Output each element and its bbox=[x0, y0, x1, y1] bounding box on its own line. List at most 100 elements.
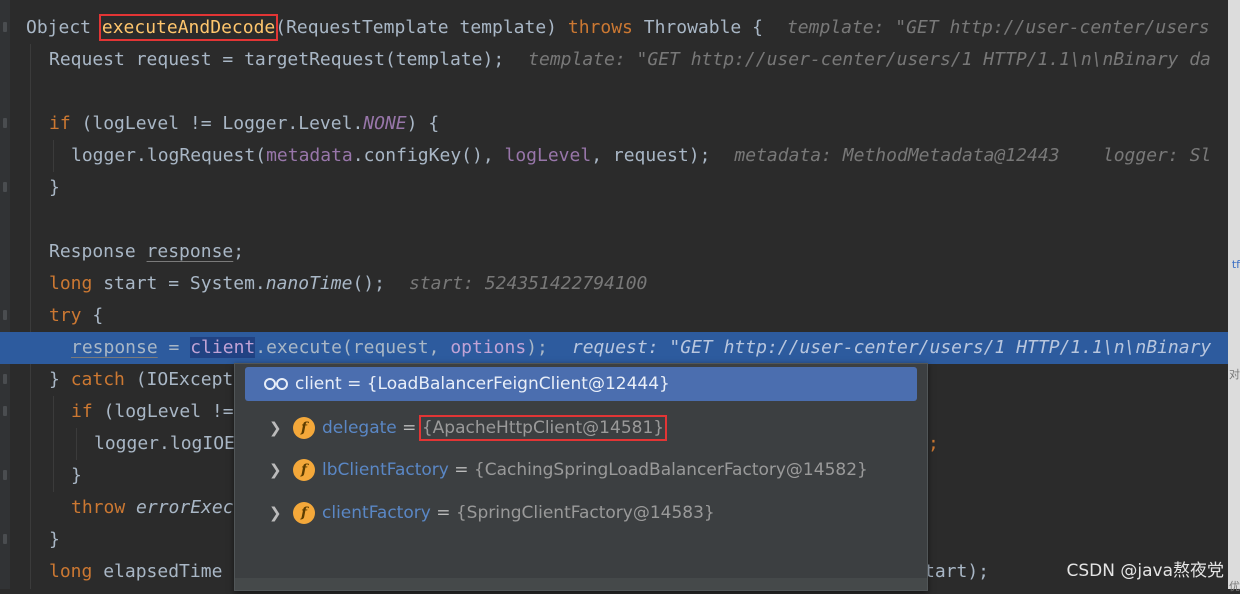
code-text: Request request = targetRequest(template… bbox=[49, 49, 505, 70]
throws-keyword: throws bbox=[567, 17, 633, 38]
variable-response: response bbox=[146, 241, 234, 262]
code-text: .configKey(), bbox=[352, 145, 505, 166]
right-panel-edge: tf 对 优 bbox=[1228, 0, 1240, 593]
field-value: {SpringClientFactory@14583} bbox=[455, 503, 715, 523]
field-icon: f bbox=[293, 459, 315, 481]
field-name: clientFactory bbox=[322, 503, 431, 523]
field-reference: options bbox=[450, 337, 527, 358]
code-text: Response bbox=[49, 241, 147, 262]
field-icon: f bbox=[293, 502, 315, 524]
tree-row-text: delegate = {ApacheHttpClient@14581} bbox=[322, 408, 668, 448]
code-text: } bbox=[49, 369, 71, 390]
code-text: logger.logRequest( bbox=[71, 145, 267, 166]
line-content: logger.logIOE bbox=[94, 428, 235, 460]
selected-client-field[interactable]: client bbox=[190, 337, 256, 358]
tree-row-lbClientFactory[interactable]: ❯ f lbClientFactory = {CachingSpringLoad… bbox=[235, 450, 927, 490]
code-text: ); bbox=[526, 337, 548, 358]
watch-glasses-icon bbox=[264, 378, 288, 390]
code-text: (); bbox=[352, 273, 385, 294]
code-text: logger.logIOE bbox=[94, 433, 235, 454]
field-name: lbClientFactory bbox=[322, 460, 449, 480]
tree-row-text: lbClientFactory = {CachingSpringLoadBala… bbox=[322, 450, 868, 490]
code-text: (IOExcept bbox=[124, 369, 234, 390]
code-text-tail: ; bbox=[928, 433, 939, 454]
long-keyword: long bbox=[49, 561, 93, 582]
enum-constant: NONE bbox=[363, 113, 407, 134]
code-line[interactable]: } bbox=[0, 172, 1228, 204]
inline-debug-value: template: "GET http://user-center/users bbox=[786, 17, 1210, 38]
inline-debug-value: template: "GET http://user-center/users/… bbox=[528, 49, 1211, 70]
code-text: start = System. bbox=[92, 273, 266, 294]
code-text: = bbox=[157, 337, 191, 358]
code-text: elapsedTime bbox=[92, 561, 223, 582]
code-text: , request); bbox=[591, 145, 711, 166]
line-content: long elapsedTime bbox=[49, 556, 222, 588]
line-content: long start = System.nanoTime(); start: 52… bbox=[49, 268, 647, 300]
field-reference: logLevel bbox=[504, 145, 592, 166]
debug-value-popup[interactable]: client = {LoadBalancerFeignClient@12444}… bbox=[234, 363, 928, 591]
strip-text: tf bbox=[1231, 258, 1240, 271]
field-name: delegate bbox=[322, 418, 397, 438]
tree-row-clientFactory[interactable]: ❯ f clientFactory = {SpringClientFactory… bbox=[235, 493, 927, 533]
line-content: } bbox=[71, 465, 82, 486]
watermark-text: CSDN @java熬夜党 bbox=[1066, 561, 1225, 581]
line-content: Object executeAndDecode(RequestTemplate … bbox=[26, 12, 1210, 44]
code-line[interactable]: logger.logRequest(metadata.configKey(), … bbox=[0, 140, 1228, 172]
field-value-highlighted: {ApacheHttpClient@14581} bbox=[418, 415, 668, 441]
throws-type: Throwable { bbox=[632, 17, 763, 38]
static-method: nanoTime bbox=[265, 273, 353, 294]
current-execution-line[interactable]: response = client.execute(request, optio… bbox=[0, 332, 1228, 364]
field-reference: metadata bbox=[266, 145, 353, 166]
strip-text: 优 bbox=[1229, 580, 1240, 593]
field-value: {CachingSpringLoadBalancerFactory@14582} bbox=[473, 460, 868, 480]
long-keyword: long bbox=[49, 273, 93, 294]
line-content: if (logLevel != bbox=[71, 396, 234, 428]
inline-debug-value: metadata: MethodMetadata@12443 logger: S… bbox=[734, 145, 1212, 166]
method-params: (RequestTemplate template) bbox=[275, 17, 568, 38]
field-icon: f bbox=[293, 417, 315, 439]
code-line[interactable]: Object executeAndDecode(RequestTemplate … bbox=[0, 12, 1228, 44]
line-content: Response response; bbox=[49, 236, 244, 268]
line-content: try { bbox=[49, 300, 103, 332]
code-text: (logLevel != bbox=[92, 401, 234, 422]
line-content: if (logLevel != Logger.Level.NONE) { bbox=[49, 108, 439, 140]
equals-sign: = bbox=[448, 460, 474, 480]
line-content: } bbox=[49, 529, 60, 550]
inline-debug-value: request: "GET http://user-center/users/1… bbox=[571, 337, 1212, 358]
tree-row-delegate[interactable]: ❯ f delegate = {ApacheHttpClient@14581} bbox=[235, 408, 927, 448]
variable-response: response bbox=[71, 337, 158, 358]
try-keyword: try bbox=[49, 305, 82, 326]
method-name-executeAndDecode[interactable]: executeAndDecode bbox=[98, 14, 279, 41]
equals-sign: = bbox=[430, 503, 456, 523]
code-text: (logLevel != Logger.Level. bbox=[70, 113, 364, 134]
code-line[interactable]: Request request = targetRequest(template… bbox=[0, 44, 1228, 76]
return-type: Object bbox=[26, 17, 102, 38]
strip-text: 对 bbox=[1229, 368, 1240, 381]
line-content: Request request = targetRequest(template… bbox=[49, 44, 1211, 76]
popup-header-row[interactable]: client = {LoadBalancerFeignClient@12444} bbox=[245, 367, 917, 401]
popup-footer bbox=[235, 578, 927, 590]
code-text: errorExec bbox=[125, 497, 234, 518]
line-content: logger.logRequest(metadata.configKey(), … bbox=[71, 140, 1211, 172]
code-line[interactable]: Response response; bbox=[0, 236, 1228, 268]
expand-arrow-icon[interactable]: ❯ bbox=[269, 493, 282, 533]
code-text: ) { bbox=[406, 113, 440, 134]
if-keyword: if bbox=[71, 401, 93, 422]
code-line[interactable]: long start = System.nanoTime(); start: 52… bbox=[0, 268, 1228, 300]
equals-sign: = bbox=[396, 418, 422, 438]
line-content: throw errorExec bbox=[71, 492, 234, 524]
code-line[interactable]: if (logLevel != Logger.Level.NONE) { bbox=[0, 108, 1228, 140]
if-keyword: if bbox=[49, 113, 71, 134]
catch-keyword: catch bbox=[70, 369, 125, 390]
line-content: } catch (IOExcept bbox=[49, 364, 233, 396]
throw-keyword: throw bbox=[71, 497, 126, 518]
code-text: { bbox=[81, 305, 104, 326]
code-text-tail: tart); bbox=[924, 561, 990, 582]
line-content: } bbox=[49, 177, 60, 198]
expand-arrow-icon[interactable]: ❯ bbox=[269, 408, 282, 448]
line-content: response = client.execute(request, optio… bbox=[71, 332, 1211, 364]
code-line[interactable]: try { bbox=[0, 300, 1228, 332]
code-text: ; bbox=[233, 241, 245, 262]
inline-debug-value: start: 524351422794100 bbox=[408, 273, 648, 294]
expand-arrow-icon[interactable]: ❯ bbox=[269, 450, 282, 490]
